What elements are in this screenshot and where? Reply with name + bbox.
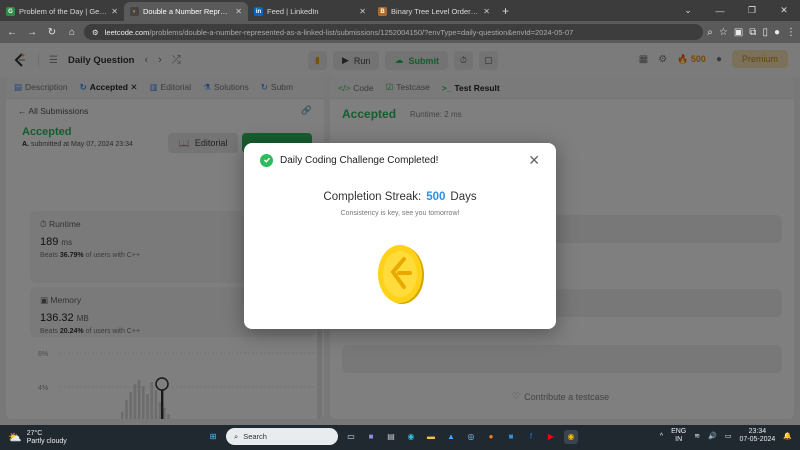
geeksforgeeks-favicon-icon: G [6,7,15,16]
browser-tab[interactable]: B Binary Tree Level Order Travers ✕ [372,2,496,21]
streak-note: Consistency is key, see you tomorrow! [340,210,460,217]
modal-title: Daily Coding Challenge Completed! [280,154,439,166]
tab-title: Double a Number Represented [143,7,231,16]
windows-start-icon[interactable]: ⊞ [206,430,220,444]
reload-icon[interactable]: ↻ [44,24,60,40]
browser-tab[interactable]: in Feed | LinkedIn ✕ [248,2,372,21]
site-info-icon[interactable]: ⚙ [92,28,99,37]
url-path: /problems/double-a-number-represented-as… [149,27,574,37]
streak-label: Completion Streak: [323,191,422,203]
battery-icon[interactable]: ▭ [725,432,732,440]
bookmark-star-icon[interactable]: ☆ [719,27,728,38]
facebook-icon[interactable]: f [524,430,538,444]
wifi-icon[interactable]: ≋ [694,432,700,440]
lang-code[interactable]: ENG [671,428,686,436]
close-icon[interactable]: ✕ [359,7,366,16]
notification-bell-icon[interactable]: 🔔 [783,432,792,440]
address-bar: ← → ↻ ⌂ ⚙ leetcode.com/problems/double-a… [0,21,800,43]
weather-desc: Partly cloudy [26,437,67,445]
search-label: Search [243,432,267,441]
chrome-icon[interactable]: ◉ [564,429,578,444]
weather-widget[interactable]: ⛅ 27°C Partly cloudy [0,430,150,445]
leetcode-coin-icon [378,245,424,304]
close-icon[interactable]: ✕ [235,7,242,16]
completion-streak: Completion Streak: 500 Days [244,191,556,203]
streak-unit: Days [450,191,477,203]
teams-icon[interactable]: ■ [364,430,378,444]
url-host: leetcode.com [104,27,150,37]
youtube-icon[interactable]: ▶ [544,430,558,444]
streak-value: 500 [426,191,446,203]
puzzle-icon[interactable]: ⧉ [749,27,756,38]
zoom-icon[interactable]: ⌕ [707,27,713,38]
linkedin-favicon-icon: in [254,7,263,16]
taskbar-search[interactable]: ⌕ Search [226,428,338,445]
restore-button[interactable]: ❐ [736,0,768,21]
search-icon: ⌕ [234,431,239,441]
tab-title: Binary Tree Level Order Travers [391,7,480,16]
close-icon[interactable]: ✕ [111,7,118,16]
weather-temp: 27°C [26,429,43,437]
daily-challenge-modal: Daily Coding Challenge Completed! ✕ Comp… [244,143,556,329]
task-view-icon[interactable]: ▭ [344,430,358,444]
tab-search-icon[interactable]: ⌄ [672,0,704,21]
minimize-button[interactable]: — [704,0,736,21]
system-tray: ^ ENG IN ≋ 🔊 ▭ 23:34 07-05-2024 🔔 [660,428,792,444]
tab-title: Problem of the Day | GeeksforG [19,7,108,16]
store-icon[interactable]: ▤ [384,430,398,444]
chevron-up-icon[interactable]: ^ [660,433,663,440]
tab-title: Feed | LinkedIn [267,7,319,16]
edge-icon[interactable]: ◉ [404,430,418,444]
browser-tab-strip: G Problem of the Day | GeeksforG ✕ ◐ Dou… [0,0,800,21]
outlook-icon[interactable]: ■ [504,430,518,444]
photos-icon[interactable]: ▲ [444,430,458,444]
firefox-icon[interactable]: ● [484,430,498,444]
forward-icon[interactable]: → [24,24,40,40]
date: 07-05-2024 [739,436,776,444]
close-icon[interactable]: ✕ [528,153,540,167]
browser-tab[interactable]: G Problem of the Day | GeeksforG ✕ [0,2,124,21]
extension-icon[interactable]: ▣ [734,27,743,38]
app-icon[interactable]: ◎ [464,430,478,444]
back-icon[interactable]: ← [4,24,20,40]
profile-avatar[interactable]: ● [774,27,780,38]
close-window-button[interactable]: ✕ [768,0,800,21]
menu-icon[interactable]: ⋮ [786,27,796,38]
leetcode-favicon-icon: ◐ [130,7,139,16]
browser-tab-active[interactable]: ◐ Double a Number Represented ✕ [124,2,248,21]
region-code: IN [675,436,683,444]
windows-taskbar: ⛅ 27°C Partly cloudy ⊞ ⌕ Search ▭ ■ ▤ ◉ ▬ … [0,425,800,450]
close-icon[interactable]: ✕ [483,7,490,16]
url-input[interactable]: ⚙ leetcode.com/problems/double-a-number-… [84,24,704,40]
home-icon[interactable]: ⌂ [64,24,80,40]
site-favicon-icon: B [378,7,387,16]
check-circle-icon [260,153,273,167]
window-controls: ⌄ — ❐ ✕ [672,0,800,21]
taskbar-apps: ⊞ ⌕ Search ▭ ■ ▤ ◉ ▬ ▲ ◎ ● ■ f ▶ ◉ [206,428,578,445]
clock[interactable]: 23:34 07-05-2024 [739,428,775,444]
volume-icon[interactable]: 🔊 [708,432,717,440]
new-tab-button[interactable]: + [496,2,515,21]
time: 23:34 [748,428,767,435]
weather-icon: ⛅ [8,432,22,444]
file-explorer-icon[interactable]: ▬ [424,430,438,444]
sidepanel-icon[interactable]: ▯ [762,27,768,38]
